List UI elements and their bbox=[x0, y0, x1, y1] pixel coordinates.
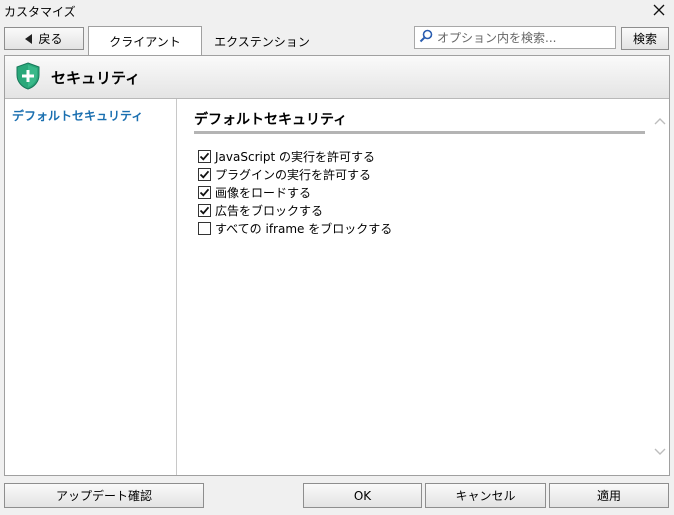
option-block-iframes[interactable]: すべての iframe をブロックする bbox=[198, 219, 392, 237]
check-updates-button[interactable]: アップデート確認 bbox=[4, 483, 204, 508]
shield-plus-icon bbox=[15, 61, 41, 93]
option-load-images[interactable]: 画像をロードする bbox=[198, 183, 392, 201]
sidebar: デフォルトセキュリティ bbox=[5, 99, 177, 475]
tab-client[interactable]: クライアント bbox=[88, 26, 202, 56]
content-scrollbar[interactable] bbox=[651, 99, 669, 475]
search-button[interactable]: 検索 bbox=[621, 27, 669, 50]
back-arrow-icon bbox=[25, 33, 33, 44]
option-label: 画像をロードする bbox=[215, 185, 312, 200]
tab-client-label: クライアント bbox=[109, 35, 181, 49]
checkbox-block-ads[interactable] bbox=[198, 203, 211, 217]
close-icon[interactable] bbox=[648, 0, 670, 20]
option-list: JavaScript の実行を許可する プラグインの実行を許可する 画像をロード… bbox=[198, 147, 392, 237]
section-divider bbox=[194, 131, 645, 134]
option-label: JavaScript の実行を許可する bbox=[215, 149, 375, 164]
apply-button[interactable]: 適用 bbox=[549, 483, 669, 508]
option-plugins[interactable]: プラグインの実行を許可する bbox=[198, 165, 392, 183]
section-title: デフォルトセキュリティ bbox=[194, 112, 348, 128]
ok-label: OK bbox=[353, 488, 372, 503]
checkbox-javascript[interactable] bbox=[198, 149, 211, 163]
search-input[interactable] bbox=[437, 30, 613, 45]
back-button-label: 戻る bbox=[38, 32, 63, 46]
back-button[interactable]: 戻る bbox=[4, 27, 84, 50]
cancel-button[interactable]: キャンセル bbox=[425, 483, 546, 508]
page-header: セキュリティ bbox=[5, 56, 669, 99]
option-javascript[interactable]: JavaScript の実行を許可する bbox=[198, 147, 392, 165]
tab-extension-label: エクステンション bbox=[214, 34, 310, 49]
search-icon bbox=[419, 29, 433, 46]
option-label: すべての iframe をブロックする bbox=[215, 221, 393, 236]
apply-label: 適用 bbox=[596, 489, 621, 503]
content-area: デフォルトセキュリティ JavaScript の実行を許可する プラグインの実行… bbox=[178, 99, 669, 475]
tab-extension[interactable]: エクステンション bbox=[202, 26, 322, 56]
checkbox-load-images[interactable] bbox=[198, 185, 211, 199]
window-title: カスタマイズ bbox=[4, 5, 76, 19]
checkbox-plugins[interactable] bbox=[198, 167, 211, 181]
option-label: 広告をブロックする bbox=[215, 203, 324, 218]
sidebar-item-default-security[interactable]: デフォルトセキュリティ bbox=[12, 107, 143, 124]
settings-panel: セキュリティ デフォルトセキュリティ デフォルトセキュリティ JavaScrip… bbox=[4, 55, 670, 476]
checkbox-block-iframes[interactable] bbox=[198, 221, 211, 235]
chevron-down-icon[interactable] bbox=[654, 445, 666, 459]
ok-button[interactable]: OK bbox=[303, 483, 422, 508]
search-box[interactable] bbox=[414, 26, 616, 49]
page-title: セキュリティ bbox=[51, 68, 141, 87]
cancel-label: キャンセル bbox=[455, 489, 516, 503]
search-button-label: 検索 bbox=[632, 32, 657, 46]
option-label: プラグインの実行を許可する bbox=[215, 167, 372, 182]
chevron-up-icon[interactable] bbox=[654, 114, 666, 128]
option-block-ads[interactable]: 広告をブロックする bbox=[198, 201, 392, 219]
toolbar: 戻る クライアント エクステンション 検索 bbox=[0, 22, 674, 56]
title-bar: カスタマイズ bbox=[0, 0, 674, 22]
check-updates-label: アップデート確認 bbox=[55, 489, 152, 503]
